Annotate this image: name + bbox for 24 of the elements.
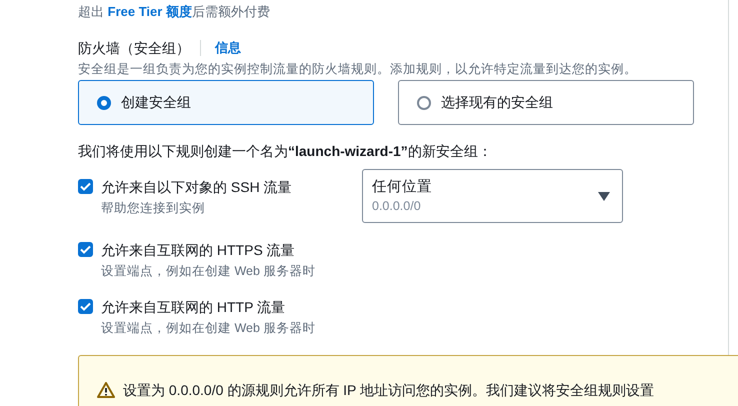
checkbox[interactable] bbox=[78, 179, 93, 194]
warning-text: 设置为 0.0.0.0/0 的源规则允许所有 IP 地址访问您的实例。我们建议将安全组规则设置 bbox=[123, 381, 654, 400]
radio-option[interactable]: 创建安全组 bbox=[78, 80, 374, 125]
helper-text: 帮助您连接到实例 bbox=[101, 200, 206, 217]
section-title: 防火墙（安全组） bbox=[78, 39, 190, 58]
radio-icon bbox=[417, 96, 431, 110]
free-tier-link[interactable]: Free Tier 额度 bbox=[108, 4, 192, 19]
caret-icon bbox=[598, 192, 610, 200]
radio-icon bbox=[97, 96, 111, 110]
checkbox-label: 允许来自互联网的 HTTPS 流量 bbox=[101, 241, 296, 260]
section-description: 安全组是一组负责为您的实例控制流量的防火墙规则。添加规则，以允许特定流量到达您的实例。 bbox=[78, 61, 638, 78]
helper-text: 设置端点，例如在创建 Web 服务器时 bbox=[101, 263, 316, 280]
source-dropdown[interactable]: 任何位置 0.0.0.0/0 bbox=[362, 169, 623, 223]
checkbox[interactable] bbox=[78, 299, 93, 314]
rules-intro: 我们将使用以下规则创建一个名为“launch-wizard-1”的新安全组： bbox=[78, 142, 493, 161]
checkbox-label: 允许来自互联网的 HTTP 流量 bbox=[101, 298, 286, 317]
helper-text: 设置端点，例如在创建 Web 服务器时 bbox=[101, 320, 316, 337]
cost-note: 后需额外付费 bbox=[192, 4, 270, 19]
checkbox[interactable] bbox=[78, 242, 93, 257]
radio-option[interactable]: 选择现有的安全组 bbox=[398, 80, 694, 125]
info-link[interactable]: 信息 bbox=[215, 39, 241, 57]
checkbox-label: 允许来自以下对象的 SSH 流量 bbox=[101, 178, 292, 197]
cost-note: 超出 bbox=[78, 4, 105, 19]
warning-icon bbox=[97, 382, 115, 398]
